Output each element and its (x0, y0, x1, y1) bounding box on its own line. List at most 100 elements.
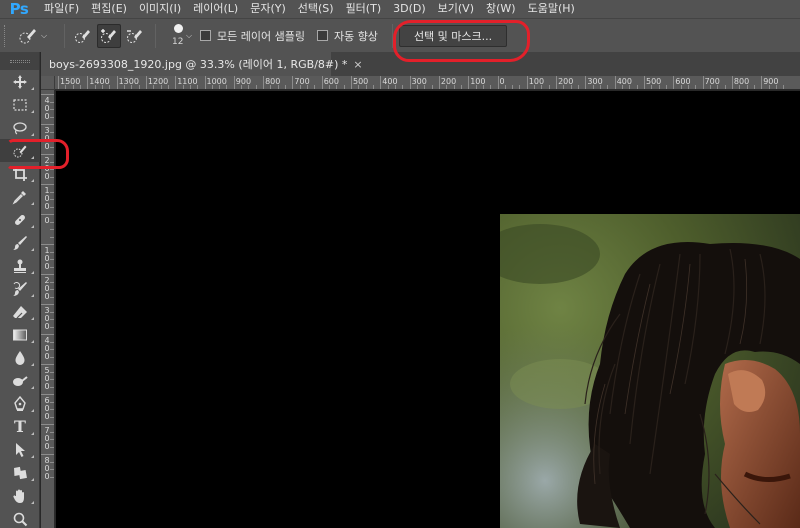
ruler-minor-tick (783, 85, 785, 89)
ruler-major-tick (41, 124, 54, 125)
ruler-major-tick (41, 244, 54, 245)
ruler-h-label: 1500 (60, 77, 81, 86)
menu-window[interactable]: 창(W) (480, 0, 522, 18)
vertical-ruler[interactable]: 40 0 30 0 20 0 10 0 0 10 0 20 0 30 0 40 0 50 0 60 … (41, 90, 55, 528)
stamp-icon (14, 259, 26, 273)
lasso-tool[interactable] (0, 116, 40, 139)
pen-icon (14, 395, 26, 411)
ruler-minor-tick (255, 85, 257, 89)
crop-tool[interactable] (0, 162, 40, 185)
horizontal-ruler[interactable]: 1500 1400 1300 1200 1100 1000 900 800 700 600 500 4… (55, 76, 800, 90)
brush-tool[interactable] (0, 231, 40, 254)
menu-bar: Ps 파일(F) 편집(E) 이미지(I) 레이어(L) 문자(Y) 선택(S)… (0, 0, 800, 18)
ruler-major-tick (41, 184, 54, 185)
select-and-mask-button[interactable]: 선택 및 마스크... (398, 24, 508, 47)
sample-all-layers-label: 모든 레이어 샘플링 (217, 29, 305, 43)
menu-edit[interactable]: 편집(E) (85, 0, 133, 18)
ruler-major-tick (41, 424, 54, 425)
ruler-minor-tick (343, 85, 345, 89)
quick-selection-icon (13, 145, 27, 157)
options-bar-grip[interactable] (4, 24, 10, 47)
menu-3d[interactable]: 3D(D) (387, 0, 432, 18)
menu-layer[interactable]: 레이어(L) (187, 0, 244, 18)
brush-size-picker[interactable]: 12 ⌵ (162, 21, 196, 51)
ruler-minor-tick (504, 85, 506, 89)
sample-all-layers-checkbox[interactable] (200, 30, 211, 41)
subtract-from-selection-button[interactable] (123, 24, 147, 48)
menu-help[interactable]: 도움말(H) (522, 0, 581, 18)
ruler-minor-tick (607, 85, 609, 89)
chevron-down-icon: ⌵ (186, 30, 193, 40)
pen-tool[interactable] (0, 392, 40, 415)
photo-image (500, 214, 800, 528)
document-canvas[interactable] (56, 91, 800, 528)
crop-icon (13, 166, 27, 181)
tools-panel-header[interactable] (0, 52, 39, 70)
auto-enhance-label: 자동 향상 (333, 29, 378, 43)
zoom-icon (13, 512, 28, 526)
ruler-h-label: 200 (440, 77, 457, 86)
ruler-minor-tick (724, 85, 726, 89)
ruler-minor-tick (548, 85, 550, 89)
shape-icon (14, 466, 27, 479)
history-brush-tool[interactable] (0, 277, 40, 300)
move-tool[interactable] (0, 70, 40, 93)
eraser-tool[interactable] (0, 300, 40, 323)
sample-all-layers-option[interactable]: 모든 레이어 샘플링 (200, 28, 305, 44)
path-selection-tool[interactable] (0, 438, 40, 461)
auto-enhance-checkbox[interactable] (316, 30, 328, 41)
ruler-major-tick (41, 274, 54, 275)
tool-preset-picker[interactable]: ⌵ (18, 23, 58, 49)
ruler-minor-tick (490, 85, 492, 89)
gradient-tool[interactable] (0, 323, 40, 346)
healing-brush-tool[interactable] (0, 208, 40, 231)
quick-selection-tool[interactable] (0, 139, 40, 162)
ruler-h-label: 600 (675, 77, 691, 86)
ruler-major-tick (41, 304, 54, 305)
ruler-major-tick (41, 154, 54, 155)
ruler-major-tick (761, 76, 763, 89)
ruler-major-tick (87, 76, 89, 89)
auto-enhance-option[interactable]: 자동 향상 (316, 28, 378, 44)
zoom-tool[interactable] (0, 507, 40, 528)
ruler-origin[interactable] (41, 76, 55, 90)
type-tool[interactable]: T (0, 415, 40, 438)
clone-stamp-tool[interactable] (0, 254, 40, 277)
ruler-v-label: 40 0 (44, 96, 50, 121)
menu-view[interactable]: 보기(V) (432, 0, 480, 18)
blur-tool[interactable] (0, 346, 40, 369)
custom-shape-tool[interactable] (0, 461, 40, 484)
close-icon[interactable]: × (353, 58, 362, 71)
ruler-major-tick (731, 76, 733, 89)
menu-filter[interactable]: 필터(T) (340, 0, 388, 18)
add-to-selection-button[interactable] (97, 23, 121, 48)
ruler-major-tick (556, 76, 558, 89)
dodge-tool[interactable] (0, 369, 40, 392)
new-selection-button[interactable] (71, 24, 95, 48)
menu-type[interactable]: 문자(Y) (244, 0, 292, 18)
ruler-major-tick (145, 76, 147, 89)
ruler-h-label: 100 (470, 77, 486, 86)
rect-marquee-icon (13, 98, 27, 111)
marquee-tool[interactable] (0, 93, 40, 116)
history-brush-icon (13, 281, 27, 296)
ruler-minor-tick (665, 85, 667, 89)
document-tab[interactable]: boys-2693308_1920.jpg @ 33.3% (레이어 1, RG… (41, 52, 363, 76)
ruler-major-tick (58, 76, 59, 89)
menu-image[interactable]: 이미지(I) (133, 0, 187, 18)
ruler-major-tick (116, 76, 118, 89)
lasso-icon (13, 121, 27, 135)
type-icon: T (14, 417, 26, 436)
quick-selection-icon (19, 28, 36, 43)
ruler-major-tick (526, 76, 528, 89)
ruler-v-label: 40 0 (44, 336, 50, 361)
move-icon (13, 74, 27, 89)
eyedropper-tool[interactable] (0, 185, 40, 208)
ruler-h-label: 400 (382, 77, 398, 86)
photoshop-logo: Ps (9, 0, 29, 18)
ruler-major-tick (497, 76, 499, 89)
ruler-v-label: 10 0 (44, 186, 50, 211)
hand-tool[interactable] (0, 484, 40, 507)
menu-select[interactable]: 선택(S) (292, 0, 340, 18)
menu-file[interactable]: 파일(F) (38, 0, 85, 18)
